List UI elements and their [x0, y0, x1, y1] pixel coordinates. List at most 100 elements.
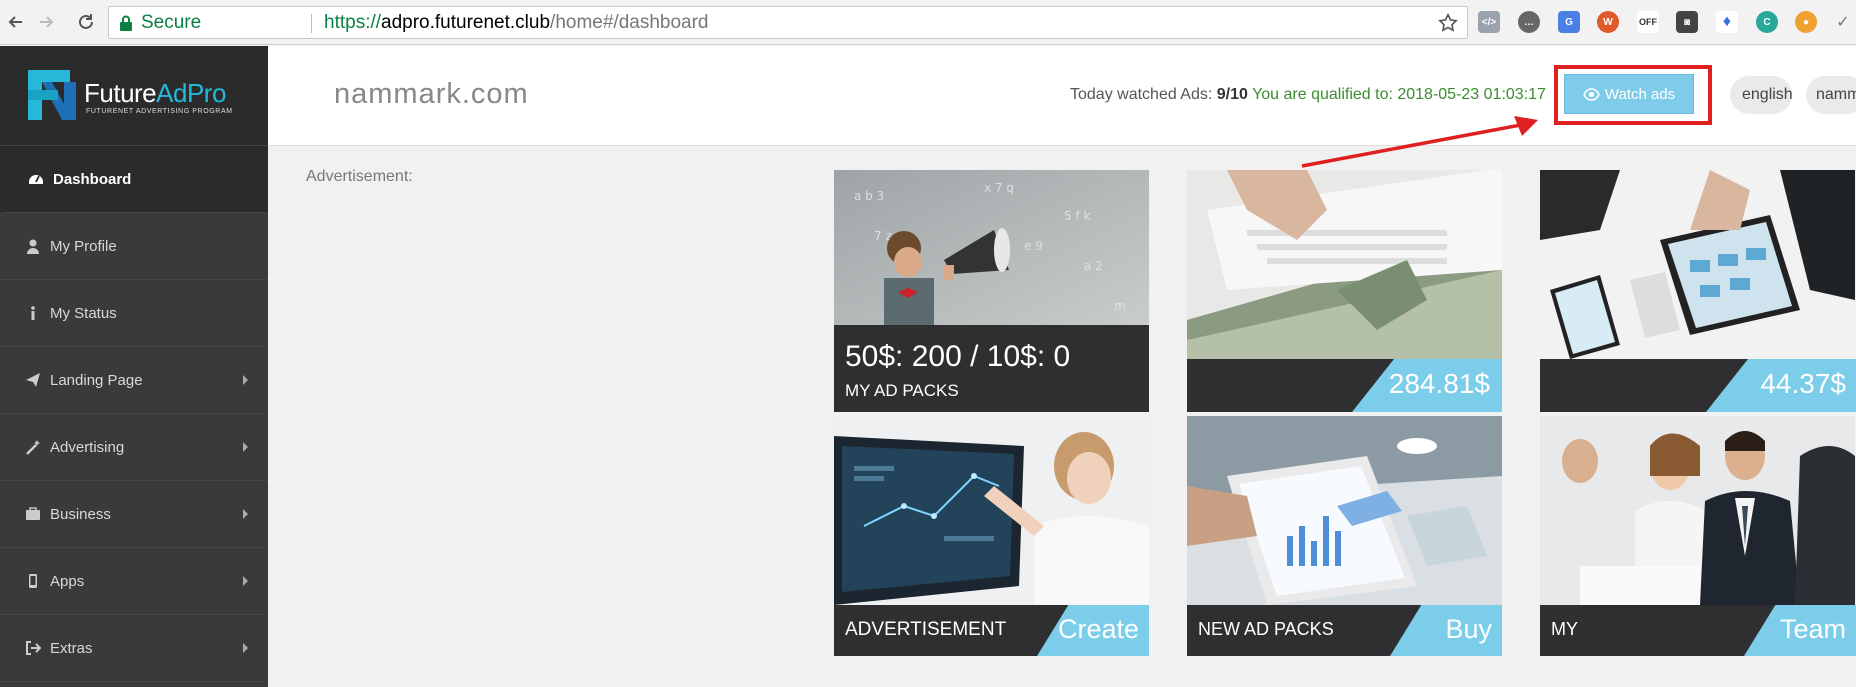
brand-name: FutureAdPro: [84, 78, 226, 109]
tablet-meeting-image: [1187, 416, 1502, 605]
sync-extension-icon[interactable]: C: [1756, 11, 1778, 33]
sidebar-item-business[interactable]: Business: [0, 481, 268, 548]
buy-action[interactable]: Buy: [1445, 614, 1492, 645]
tile-my-team[interactable]: MY Team: [1540, 416, 1856, 656]
tile-earnings[interactable]: 44.37$: [1540, 170, 1856, 412]
sidebar-item-extras[interactable]: Extras: [0, 615, 268, 682]
forward-arrow-icon: [40, 16, 54, 28]
team-action[interactable]: Team: [1780, 614, 1846, 645]
touchscreen-woman-image: [834, 416, 1149, 605]
ad-packs-label: MY AD PACKS: [845, 381, 959, 400]
cookie-extension-icon[interactable]: ●: [1795, 11, 1817, 33]
reload-button[interactable]: [72, 8, 100, 36]
svg-text:m: m: [1114, 299, 1126, 313]
chat-extension-icon[interactable]: …: [1518, 11, 1540, 33]
dashboard-icon: [27, 170, 45, 188]
advertisement-label: Advertisement:: [306, 168, 413, 185]
user-menu[interactable]: namm: [1806, 76, 1856, 114]
brand-name-part2: AdPro: [156, 78, 226, 108]
check-extension-icon[interactable]: ✓: [1832, 11, 1854, 33]
url-host: adpro.futurenet.club: [381, 12, 551, 33]
code-extension-icon[interactable]: </>: [1478, 11, 1500, 33]
sidebar-item-label: Advertising: [50, 438, 125, 456]
earnings-amount: 44.37$: [1760, 368, 1846, 399]
futureadpro-logo-icon: [28, 70, 76, 120]
tile-caption-bar: 50$: 200 / 10$: 0 MY AD PACKS: [834, 325, 1149, 412]
briefcase-icon: [24, 505, 42, 523]
shield-extension-icon[interactable]: ◙: [1676, 11, 1698, 33]
sidebar-item-label: My Status: [50, 304, 117, 322]
tile-caption-bar: ADVERTISEMENT Create: [834, 605, 1149, 656]
chevron-right-icon: [243, 375, 248, 385]
sidebar-item-label: Extras: [50, 639, 93, 657]
secure-label: Secure: [141, 12, 202, 33]
language-selector[interactable]: english: [1730, 76, 1792, 114]
watched-count: 9/10: [1216, 86, 1248, 103]
sidebar-item-label: Dashboard: [53, 170, 132, 188]
tile-new-ad-packs[interactable]: NEW AD PACKS Buy: [1187, 416, 1502, 656]
sidebar-item-label: Apps: [50, 572, 85, 590]
bookmark-star-icon[interactable]: [1437, 12, 1459, 34]
megaphone-man-image: a b 3x 7 q5 f k a 2e 9m7 z: [834, 170, 1149, 325]
create-action[interactable]: Create: [1058, 614, 1139, 645]
brand-tagline: FUTURENET ADVERTISING PROGRAM: [86, 108, 233, 115]
off-extension-icon[interactable]: OFF: [1637, 11, 1659, 33]
sidebar-item-label: Landing Page: [50, 371, 143, 389]
tile-advertisement[interactable]: ADVERTISEMENT Create: [834, 416, 1149, 656]
url-text: https://adpro.futurenet.club/home#/dashb…: [324, 7, 709, 38]
qualified-text: You are qualified to: 2018-05-23 01:03:1…: [1252, 86, 1546, 103]
tile-caption-bar: NEW AD PACKS Buy: [1187, 605, 1502, 656]
watched-prefix: Today watched Ads:: [1070, 86, 1213, 103]
url-scheme: https://: [324, 12, 382, 33]
back-arrow-icon: [8, 16, 22, 28]
site-name: nammark.com: [334, 78, 529, 110]
ethereum-extension-icon[interactable]: ♦: [1716, 11, 1738, 33]
sidebar-item-advertising[interactable]: Advertising: [0, 414, 268, 481]
wordpress-extension-icon[interactable]: W: [1597, 11, 1619, 33]
tile-my-ad-packs[interactable]: a b 3x 7 q5 f k a 2e 9m7 z 50$: 200 / 10…: [834, 170, 1149, 412]
sidebar: FutureAdPro FUTURENET ADVERTISING PROGRA…: [0, 46, 268, 687]
address-bar[interactable]: Secure https://adpro.futurenet.club/home…: [108, 6, 1468, 39]
browser-toolbar: Secure https://adpro.futurenet.club/home…: [0, 0, 1856, 45]
ad-packs-count: 50$: 200 / 10$: 0: [845, 340, 1071, 373]
reload-icon: [79, 14, 93, 29]
watch-ads-label: Watch ads: [1604, 85, 1676, 103]
chevron-right-icon: [243, 509, 248, 519]
info-icon: [24, 304, 42, 322]
mobile-icon: [24, 572, 42, 590]
svg-text:5 f k: 5 f k: [1064, 209, 1090, 223]
user-icon: [24, 237, 42, 255]
chevron-right-icon: [243, 576, 248, 586]
tile-caption-bar: 284.81$: [1187, 359, 1502, 412]
translate-extension-icon[interactable]: G: [1558, 11, 1580, 33]
sign-out-icon: [24, 639, 42, 657]
tile-caption-bar: MY Team: [1540, 605, 1856, 656]
chevron-right-icon: [243, 643, 248, 653]
business-team-image: [1540, 416, 1855, 605]
sidebar-item-my-status[interactable]: My Status: [0, 280, 268, 347]
watch-ads-button[interactable]: Watch ads: [1564, 74, 1694, 114]
my-team-label: MY: [1551, 619, 1578, 639]
sidebar-item-my-profile[interactable]: My Profile: [0, 213, 268, 280]
paper-plane-icon: [24, 371, 42, 389]
svg-text:a 2: a 2: [1084, 259, 1103, 273]
lock-icon: [120, 15, 132, 31]
svg-text:e 9: e 9: [1024, 239, 1043, 253]
sidebar-item-apps[interactable]: Apps: [0, 548, 268, 615]
balance-amount: 284.81$: [1388, 368, 1490, 399]
back-button[interactable]: [2, 8, 30, 36]
tile-balance[interactable]: 284.81$: [1187, 170, 1502, 412]
forward-button[interactable]: [32, 8, 60, 36]
url-path: /home#/dashboard: [550, 12, 709, 33]
watched-ads-status: Today watched Ads: 9/10 You are qualifie…: [1070, 86, 1546, 104]
address-separator: [311, 14, 312, 33]
sidebar-item-landing-page[interactable]: Landing Page: [0, 347, 268, 414]
svg-text:a b 3: a b 3: [854, 189, 884, 203]
magic-wand-icon: [24, 438, 42, 456]
tile-caption-bar: 44.37$: [1540, 359, 1856, 412]
chevron-right-icon: [243, 442, 248, 452]
brand-name-part1: Future: [84, 78, 157, 108]
brand-logo[interactable]: FutureAdPro FUTURENET ADVERTISING PROGRA…: [0, 46, 268, 146]
sidebar-item-dashboard[interactable]: Dashboard: [0, 146, 268, 213]
new-ad-packs-label: NEW AD PACKS: [1198, 619, 1334, 639]
